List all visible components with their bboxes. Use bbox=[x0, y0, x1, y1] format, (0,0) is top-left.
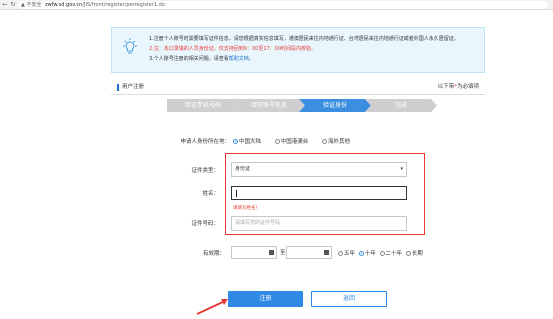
validity-start-date[interactable] bbox=[231, 246, 277, 259]
id-type-value: 身份证 bbox=[235, 166, 251, 172]
reload-icon[interactable]: ↻ bbox=[9, 1, 17, 9]
url-host: zwfw.sd.gov.cn bbox=[45, 2, 83, 8]
radio-unchecked-icon bbox=[379, 250, 385, 256]
browser-toolbar: ← ↻ ▲ 不安全 zwfw.sd.gov.cn/JIS/front/regis… bbox=[0, 0, 553, 10]
region-option-label: 中国大陆 bbox=[239, 139, 262, 145]
validity-option-label: 长期 bbox=[411, 251, 423, 257]
id-number-input[interactable]: 请填写您的证件号码 bbox=[231, 216, 407, 231]
required-hint: 以下带*为必填项 bbox=[438, 84, 479, 91]
chevron-down-icon: ▾ bbox=[400, 166, 403, 172]
annotation-arrow bbox=[196, 299, 228, 315]
region-option-overseas[interactable]: 海外其他 bbox=[322, 137, 350, 145]
notice-line-3-text: 3.个人账号注册的相关问题，请查看 bbox=[149, 56, 229, 62]
url-path: /JIS/front/register/perregister1.do bbox=[82, 2, 165, 8]
region-option-label: 中国港澳台 bbox=[280, 139, 309, 145]
step-verify-identity: 验证身份 bbox=[299, 99, 371, 112]
region-label: 申请人身份所在地： bbox=[180, 139, 230, 145]
back-icon[interactable]: ← bbox=[1, 1, 9, 9]
text-cursor bbox=[236, 190, 237, 197]
region-option-label: 海外其他 bbox=[328, 139, 351, 145]
security-warning: 不安全 bbox=[26, 2, 42, 8]
required-hint-suffix: 为必填项 bbox=[456, 84, 479, 90]
lightbulb-icon bbox=[123, 38, 137, 54]
radio-unchecked-icon bbox=[322, 138, 328, 144]
validity-label: 有效期： bbox=[202, 251, 225, 257]
required-hint-prefix: 以下带 bbox=[437, 84, 455, 90]
notice-line-3: 3.个人账号注册的相关问题，请查看帮助文档。 bbox=[149, 54, 459, 64]
help-doc-link[interactable]: 帮助文档。 bbox=[229, 56, 254, 62]
notice-line-2: 2.注：本口录填的人员身份证，仅支持回到9：00至17：00时间段内校验。 bbox=[149, 46, 317, 52]
date-separator: 至 bbox=[280, 250, 286, 256]
register-button[interactable]: 注册 bbox=[228, 291, 303, 307]
address-bar[interactable]: ▲ 不安全 zwfw.sd.gov.cn/JIS/front/register/… bbox=[18, 1, 548, 9]
name-label: 姓名： bbox=[202, 191, 219, 197]
radio-unchecked-icon bbox=[274, 138, 280, 144]
id-type-label: 证件类型： bbox=[191, 168, 219, 174]
validity-option-10y[interactable]: 十年 bbox=[358, 249, 376, 257]
id-number-label: 证件号码： bbox=[191, 221, 219, 227]
name-input[interactable] bbox=[231, 186, 407, 200]
validity-option-label: 五年 bbox=[344, 251, 356, 257]
region-radio-group: 中国大陆 中国港澳台 海外其他 bbox=[233, 137, 362, 146]
step-verify-phone: 验证手机号码 bbox=[167, 99, 239, 112]
id-type-select[interactable]: 身份证 ▾ bbox=[231, 162, 407, 177]
step-account-info: 填写账号信息 bbox=[233, 99, 305, 112]
back-button[interactable]: 返回 bbox=[311, 291, 387, 307]
region-option-mainland[interactable]: 中国大陆 bbox=[233, 137, 261, 145]
calendar-icon[interactable] bbox=[324, 250, 329, 255]
region-option-hk-mo-tw[interactable]: 中国港澳台 bbox=[274, 137, 309, 145]
validity-end-date[interactable] bbox=[286, 246, 332, 259]
id-number-placeholder: 请填写您的证件号码 bbox=[235, 220, 281, 226]
radio-checked-icon bbox=[233, 138, 238, 144]
name-error-message: 请填写姓名！ bbox=[233, 206, 260, 211]
radio-unchecked-icon bbox=[338, 250, 343, 256]
registration-steps: 验证手机号码 填写账号信息 验证身份 完成 bbox=[167, 99, 437, 112]
registration-notice: 1.注册个人账号时需要填写证件信息，请您根据真实信息填写，港澳居民来往内地通行证… bbox=[111, 27, 485, 73]
validity-option-label: 十年 bbox=[364, 251, 376, 257]
calendar-icon[interactable] bbox=[269, 250, 274, 255]
validity-radio-group: 五年 十年 二十年 长期 bbox=[338, 249, 425, 258]
section-divider bbox=[111, 94, 485, 95]
validity-option-5y[interactable]: 五年 bbox=[338, 249, 355, 257]
step-complete: 完成 bbox=[365, 99, 437, 112]
radio-unchecked-icon bbox=[405, 250, 411, 256]
section-title: 用户注册 bbox=[117, 84, 144, 91]
warning-icon: ▲ bbox=[21, 2, 25, 8]
validity-option-long-term[interactable]: 长期 bbox=[405, 249, 423, 257]
validity-option-20y[interactable]: 二十年 bbox=[379, 249, 403, 257]
radio-checked-icon bbox=[358, 250, 364, 256]
validity-option-label: 二十年 bbox=[385, 251, 403, 257]
notice-line-1: 1.注册个人账号时需要填写证件信息，请您根据真实信息填写，港澳居民来往内地通行证… bbox=[149, 36, 459, 42]
